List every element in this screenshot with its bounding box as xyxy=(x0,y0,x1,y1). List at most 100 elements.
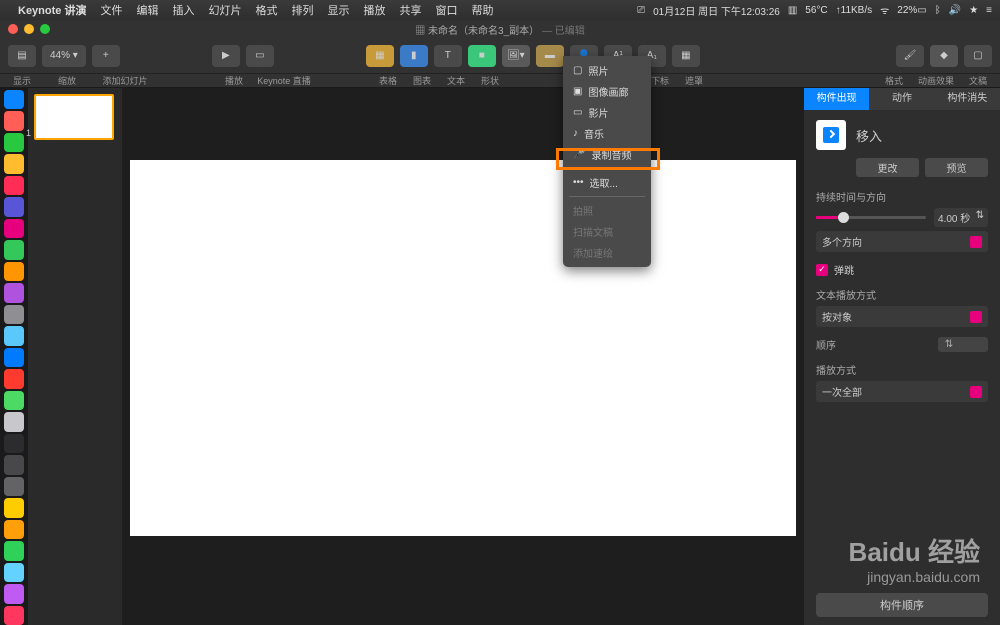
direction-select[interactable]: 多个方向 xyxy=(816,231,988,252)
slide-thumbnail[interactable]: 1 xyxy=(34,94,114,140)
dock-app-icon[interactable] xyxy=(4,369,24,388)
shape-button[interactable]: ■ xyxy=(468,45,496,67)
text-button[interactable]: T xyxy=(434,45,462,67)
preview-button[interactable]: 预览 xyxy=(925,158,988,177)
menu-item-scan-doc: 扫描文稿 xyxy=(563,221,651,242)
dock-app-icon[interactable] xyxy=(4,111,24,130)
format-inspector-button[interactable]: 🖌 xyxy=(896,45,924,67)
table-button[interactable]: ▦ xyxy=(366,45,394,67)
dock-app-icon[interactable] xyxy=(4,133,24,152)
dock-app-icon[interactable] xyxy=(4,176,24,195)
menu-item-music[interactable]: ♪音乐 xyxy=(563,123,651,144)
tab-build-out[interactable]: 构件消失 xyxy=(935,88,1000,110)
chart-button[interactable]: ▮ xyxy=(400,45,428,67)
dock-app-icon[interactable] xyxy=(4,348,24,367)
macos-dock xyxy=(0,88,28,625)
movie-icon: ▭ xyxy=(573,107,582,118)
text-mode-label: 文本播放方式 xyxy=(816,287,988,302)
order-label: 顺序 xyxy=(816,337,836,352)
status-bluetooth-icon[interactable]: ᛒ xyxy=(935,5,941,16)
play-mode-select[interactable]: 一次全部 xyxy=(816,381,988,402)
menu-edit[interactable]: 编辑 xyxy=(136,2,158,18)
menu-file[interactable]: 文件 xyxy=(100,2,122,18)
dock-app-icon[interactable] xyxy=(4,326,24,345)
comment-button[interactable]: ▬ xyxy=(536,45,564,67)
dock-app-icon[interactable] xyxy=(4,391,24,410)
menu-window[interactable]: 窗口 xyxy=(435,2,457,18)
zoom-select[interactable]: 44% ▾ xyxy=(42,45,86,67)
dock-app-icon[interactable] xyxy=(4,154,24,173)
menu-item-movies[interactable]: ▭影片 xyxy=(563,102,651,123)
menu-view[interactable]: 显示 xyxy=(327,2,349,18)
menu-item-choose[interactable]: •••选取... xyxy=(563,172,651,193)
menu-item-gallery[interactable]: ▣图像画廊 xyxy=(563,81,651,102)
dock-app-icon[interactable] xyxy=(4,240,24,259)
dock-app-icon[interactable] xyxy=(4,606,24,625)
status-display-icon[interactable]: ▥ xyxy=(788,5,797,16)
dock-app-icon[interactable] xyxy=(4,584,24,603)
status-net-up: ↑11KB/s xyxy=(836,5,873,16)
menu-arrange[interactable]: 排列 xyxy=(291,2,313,18)
dock-app-icon[interactable] xyxy=(4,563,24,582)
close-button[interactable] xyxy=(8,24,18,34)
build-order-button[interactable]: 构件顺序 xyxy=(816,593,988,617)
menu-format[interactable]: 格式 xyxy=(255,2,277,18)
duration-field[interactable]: 4.00 秒⇅ xyxy=(934,208,988,227)
status-screen-icon[interactable]: ⎚ xyxy=(637,5,645,16)
document-title: ▦ 未命名（未命名3_副本） — 已编辑 xyxy=(415,22,584,37)
inspector-panel: 构件出现 动作 构件消失 移入 更改 预览 持续时间与方向 4.00 秒⇅ 多个… xyxy=(804,88,1000,625)
status-clock[interactable]: 01月12日 周日 下午12:03:26 xyxy=(653,3,780,18)
status-battery[interactable]: 22% ▭ xyxy=(897,5,926,16)
check-icon: ✓ xyxy=(816,264,828,276)
dock-app-icon[interactable] xyxy=(4,455,24,474)
document-inspector-button[interactable]: ▢ xyxy=(964,45,992,67)
change-effect-button[interactable]: 更改 xyxy=(856,158,919,177)
dock-app-icon[interactable] xyxy=(4,541,24,560)
app-name[interactable]: Keynote 讲演 xyxy=(18,2,86,18)
media-button[interactable]: 🖼▾ xyxy=(502,45,530,67)
dock-app-icon[interactable] xyxy=(4,477,24,496)
dock-app-icon[interactable] xyxy=(4,434,24,453)
add-slide-button[interactable]: + xyxy=(92,45,120,67)
menu-item-record-audio[interactable]: 🎤录制音频 xyxy=(563,144,651,165)
tab-action[interactable]: 动作 xyxy=(869,88,934,110)
keynote-live-button[interactable]: ▭ xyxy=(246,45,274,67)
menu-slide[interactable]: 幻灯片 xyxy=(208,2,241,18)
dock-finder-icon[interactable] xyxy=(4,90,24,109)
dock-app-icon[interactable] xyxy=(4,305,24,324)
text-mode-select[interactable]: 按对象 xyxy=(816,306,988,327)
dock-app-icon[interactable] xyxy=(4,498,24,517)
dock-app-icon[interactable] xyxy=(4,262,24,281)
menu-share[interactable]: 共享 xyxy=(399,2,421,18)
status-volume-icon[interactable]: 🔊 xyxy=(949,5,961,16)
status-star-icon[interactable]: ★ xyxy=(969,5,978,16)
animation-tabs: 构件出现 动作 构件消失 xyxy=(804,88,1000,110)
dock-app-icon[interactable] xyxy=(4,219,24,238)
animate-inspector-button[interactable]: ◆ xyxy=(930,45,958,67)
toolbar-labels: 显示 缩放 添加幻灯片 播放 Keynote 直播 表格 图表 文本 形状 协作… xyxy=(0,74,1000,88)
menu-play[interactable]: 播放 xyxy=(363,2,385,18)
fullscreen-button[interactable] xyxy=(40,24,50,34)
dock-app-icon[interactable] xyxy=(4,283,24,302)
status-menu-icon[interactable]: ≡ xyxy=(986,5,992,16)
duration-slider[interactable] xyxy=(816,216,926,219)
effect-name: 移入 xyxy=(856,126,882,145)
dock-app-icon[interactable] xyxy=(4,412,24,431)
minimize-button[interactable] xyxy=(24,24,34,34)
menu-item-photos[interactable]: ▢照片 xyxy=(563,60,651,81)
slide[interactable] xyxy=(130,160,796,536)
status-temp: 56°C xyxy=(805,5,827,16)
play-button[interactable]: ▶ xyxy=(212,45,240,67)
menu-insert[interactable]: 插入 xyxy=(172,2,194,18)
dock-app-icon[interactable] xyxy=(4,197,24,216)
menu-item-add-sketch: 添加速绘 xyxy=(563,242,651,263)
bounce-checkbox[interactable]: ✓ 弹跳 xyxy=(816,262,988,277)
order-select[interactable]: ⇅ xyxy=(938,337,988,352)
view-button[interactable]: ▤ xyxy=(8,45,36,67)
status-wifi-icon[interactable]: ᯤ xyxy=(880,3,889,17)
dock-app-icon[interactable] xyxy=(4,520,24,539)
mask-button[interactable]: ▦ xyxy=(672,45,700,67)
effect-icon xyxy=(816,120,846,150)
tab-build-in[interactable]: 构件出现 xyxy=(804,88,869,110)
menu-help[interactable]: 帮助 xyxy=(471,2,493,18)
